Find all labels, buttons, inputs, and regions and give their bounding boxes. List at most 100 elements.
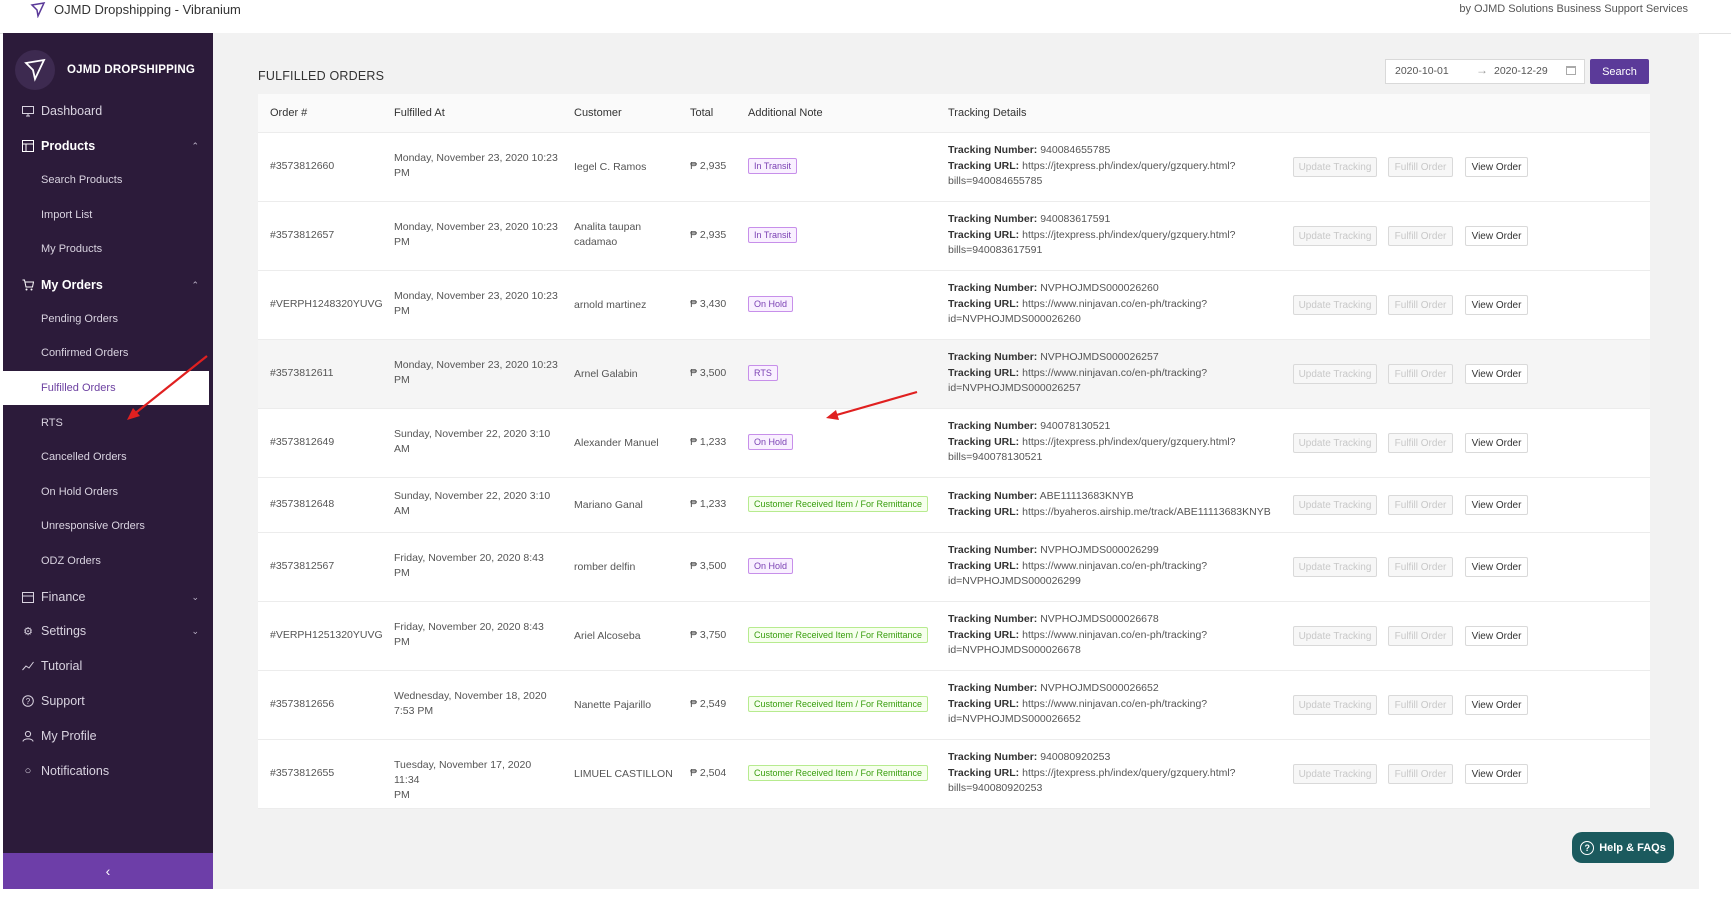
update-tracking-button[interactable]: Update Tracking: [1293, 226, 1377, 246]
tracking-url[interactable]: https://www.ninjavan.co/en-ph/tracking?: [1022, 560, 1207, 572]
sidebar-item-tutorial[interactable]: Tutorial: [3, 648, 213, 684]
tracking-url[interactable]: https://www.ninjavan.co/en-ph/tracking?: [1022, 367, 1207, 379]
view-order-button[interactable]: View Order: [1465, 364, 1528, 384]
sidebar-item-fulfilled-orders[interactable]: Fulfilled Orders: [3, 371, 209, 405]
tracking-url-cont[interactable]: id=NVPHOJMDS000026299: [948, 575, 1081, 587]
fulfill-order-button[interactable]: Fulfill Order: [1388, 157, 1453, 177]
view-order-button[interactable]: View Order: [1465, 557, 1528, 577]
tracking-url[interactable]: https://jtexpress.ph/index/query/gzquery…: [1022, 229, 1235, 241]
tracking-details: Tracking Number: NVPHOJMDS000026299 Track…: [948, 543, 1273, 590]
order-total: ₱ 3,500: [690, 560, 727, 572]
sidebar-item-support[interactable]: ? Support: [3, 683, 213, 719]
sidebar-item-notifications[interactable]: ○ Notifications: [3, 753, 213, 789]
customer-name: Analita taupan cadamao: [574, 221, 642, 248]
note-badge: In Transit: [748, 158, 798, 174]
tracking-url[interactable]: https://jtexpress.ph/index/query/gzquery…: [1022, 767, 1235, 779]
update-tracking-button[interactable]: Update Tracking: [1293, 433, 1377, 453]
sidebar-collapse-button[interactable]: ‹: [3, 853, 213, 889]
fulfill-order-button[interactable]: Fulfill Order: [1388, 495, 1453, 515]
sidebar-item-search-products[interactable]: Search Products: [3, 163, 213, 197]
tracking-url[interactable]: https://jtexpress.ph/index/query/gzquery…: [1022, 160, 1235, 172]
update-tracking-button[interactable]: Update Tracking: [1293, 495, 1377, 515]
customer-name: LIMUEL CASTILLON: [574, 768, 673, 780]
fulfill-order-button[interactable]: Fulfill Order: [1388, 226, 1453, 246]
order-total: ₱ 3,500: [690, 367, 727, 379]
tracking-url-cont[interactable]: id=NVPHOJMDS000026260: [948, 313, 1081, 325]
fulfill-order-button[interactable]: Fulfill Order: [1388, 364, 1453, 384]
fulfilled-at: Monday, November 23, 2020 10:23 PM: [394, 290, 558, 317]
sidebar-item-finance[interactable]: Finance ⌄: [3, 579, 213, 615]
tracking-url-cont[interactable]: bills=940083617591: [948, 244, 1042, 256]
sidebar-item-my-orders[interactable]: My Orders ⌃: [3, 267, 213, 303]
sidebar-item-pending-orders[interactable]: Pending Orders: [3, 302, 213, 336]
date-range-picker[interactable]: 2020-10-01 → 2020-12-29: [1385, 59, 1585, 84]
sidebar-item-my-profile[interactable]: My Profile: [3, 718, 213, 754]
sidebar-item-confirmed-orders[interactable]: Confirmed Orders: [3, 336, 213, 370]
sidebar-item-dashboard[interactable]: Dashboard: [3, 93, 213, 129]
tracking-url[interactable]: https://jtexpress.ph/index/query/gzquery…: [1022, 436, 1235, 448]
table-row: #3573812611 Monday, November 23, 2020 10:…: [258, 340, 1650, 409]
tracking-url-cont[interactable]: bills=940078130521: [948, 451, 1042, 463]
tracking-url-cont[interactable]: id=NVPHOJMDS000026678: [948, 644, 1081, 656]
update-tracking-button[interactable]: Update Tracking: [1293, 626, 1377, 646]
order-total: ₱ 1,233: [690, 498, 727, 510]
fulfill-order-button[interactable]: Fulfill Order: [1388, 626, 1453, 646]
chevron-up-icon: ⌃: [191, 279, 199, 290]
sidebar-item-settings[interactable]: ⚙ Settings ⌄: [3, 613, 213, 649]
view-order-button[interactable]: View Order: [1465, 433, 1528, 453]
help-faqs-button[interactable]: ? Help & FAQs: [1572, 832, 1674, 863]
sidebar-item-products[interactable]: Products ⌃: [3, 128, 213, 164]
view-order-button[interactable]: View Order: [1465, 295, 1528, 315]
customer-name: Mariano Ganal: [574, 499, 643, 511]
tracking-url-cont[interactable]: bills=940084655785: [948, 175, 1042, 187]
search-button[interactable]: Search: [1590, 59, 1649, 84]
tracking-url[interactable]: https://www.ninjavan.co/en-ph/tracking?: [1022, 698, 1207, 710]
sidebar-item-on-hold-orders[interactable]: On Hold Orders: [3, 475, 213, 509]
date-start-input[interactable]: 2020-10-01: [1395, 65, 1449, 77]
brand[interactable]: OJMD DROPSHIPPING: [3, 48, 213, 93]
tracking-url[interactable]: https://www.ninjavan.co/en-ph/tracking?: [1022, 298, 1207, 310]
user-icon: [21, 729, 35, 743]
tracking-number-label: Tracking Number:: [948, 751, 1038, 763]
sidebar-item-cancelled-orders[interactable]: Cancelled Orders: [3, 440, 213, 474]
header-tracking-details: Tracking Details: [948, 107, 1027, 119]
table-body: #3573812660 Monday, November 23, 2020 10:…: [258, 133, 1650, 809]
view-order-button[interactable]: View Order: [1465, 226, 1528, 246]
update-tracking-button[interactable]: Update Tracking: [1293, 764, 1377, 784]
update-tracking-button[interactable]: Update Tracking: [1293, 695, 1377, 715]
sidebar-item-odz-orders[interactable]: ODZ Orders: [3, 544, 213, 578]
view-order-button[interactable]: View Order: [1465, 695, 1528, 715]
sidebar-item-rts[interactable]: RTS: [3, 406, 213, 440]
update-tracking-button[interactable]: Update Tracking: [1293, 557, 1377, 577]
customer-name: Nanette Pajarillo: [574, 699, 652, 711]
fulfill-order-button[interactable]: Fulfill Order: [1388, 433, 1453, 453]
view-order-button[interactable]: View Order: [1465, 626, 1528, 646]
sidebar-item-import-list[interactable]: Import List: [3, 198, 213, 232]
update-tracking-button[interactable]: Update Tracking: [1293, 295, 1377, 315]
view-order-button[interactable]: View Order: [1465, 764, 1528, 784]
tracking-number-label: Tracking Number:: [948, 213, 1038, 225]
tracking-url-cont[interactable]: bills=940080920253: [948, 782, 1042, 794]
fulfill-order-button[interactable]: Fulfill Order: [1388, 764, 1453, 784]
update-tracking-button[interactable]: Update Tracking: [1293, 157, 1377, 177]
update-tracking-button[interactable]: Update Tracking: [1293, 364, 1377, 384]
view-order-button[interactable]: View Order: [1465, 495, 1528, 515]
tracking-url[interactable]: https://byaheros.airship.me/track/ABE111…: [1022, 506, 1271, 518]
sidebar-item-unresponsive-orders[interactable]: Unresponsive Orders: [3, 509, 213, 543]
order-total: ₱ 2,935: [690, 160, 727, 172]
status-badge: RTS: [748, 365, 778, 381]
fulfill-order-button[interactable]: Fulfill Order: [1388, 695, 1453, 715]
fulfilled-at: Monday, November 23, 2020 10:23 PM: [394, 359, 558, 386]
tracking-url[interactable]: https://www.ninjavan.co/en-ph/tracking?: [1022, 629, 1207, 641]
view-order-button[interactable]: View Order: [1465, 157, 1528, 177]
calendar-icon: [1566, 66, 1576, 75]
fulfill-order-button[interactable]: Fulfill Order: [1388, 557, 1453, 577]
tracking-number-label: Tracking Number:: [948, 144, 1038, 156]
fulfilled-at: Monday, November 23, 2020 10:23 PM: [394, 152, 558, 179]
sidebar-item-my-products[interactable]: My Products: [3, 232, 213, 266]
date-end-input[interactable]: 2020-12-29: [1494, 65, 1548, 77]
tracking-url-cont[interactable]: id=NVPHOJMDS000026652: [948, 713, 1081, 725]
fulfill-order-button[interactable]: Fulfill Order: [1388, 295, 1453, 315]
fulfilled-at: Tuesday, November 17, 2020 11:34 PM: [394, 759, 532, 801]
tracking-url-cont[interactable]: id=NVPHOJMDS000026257: [948, 382, 1081, 394]
